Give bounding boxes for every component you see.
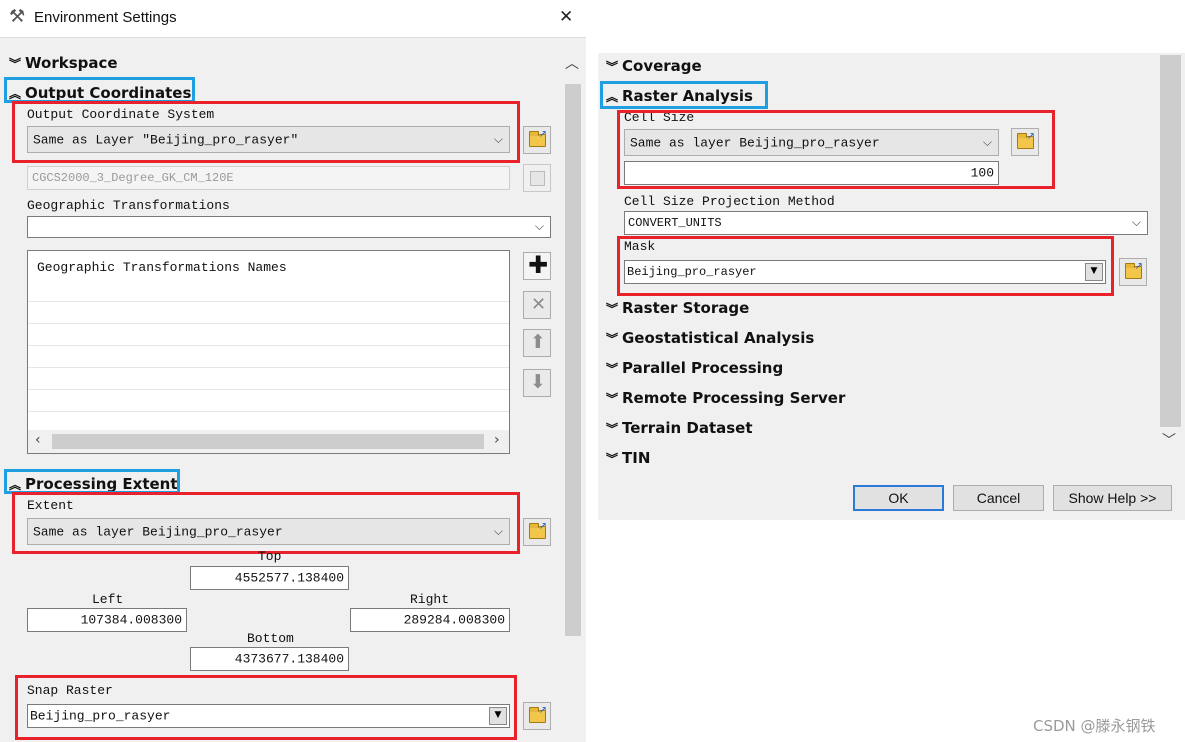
list-row-divider xyxy=(28,345,509,346)
add-button[interactable]: ✚ xyxy=(523,251,551,280)
right-scrollbar[interactable]: ﹀ xyxy=(1160,55,1182,465)
highlight-cell-size xyxy=(617,110,1055,189)
top-field[interactable]: 4552577.138400 xyxy=(190,566,349,590)
expand-icon: ︾ xyxy=(606,302,619,316)
section-terrain-dataset[interactable]: ︾ Terrain Dataset xyxy=(606,419,753,437)
scroll-down-icon[interactable]: ﹀ xyxy=(1162,430,1176,450)
current-cs-field: CGCS2000_3_Degree_GK_CM_120E xyxy=(27,166,510,190)
geo-trans-dropdown[interactable]: ⌵ xyxy=(27,216,551,238)
highlight-processing-extent xyxy=(4,469,180,494)
section-parallel-processing[interactable]: ︾ Parallel Processing xyxy=(606,359,783,377)
bottom-field[interactable]: 4373677.138400 xyxy=(190,647,349,671)
scroll-right-icon[interactable]: › xyxy=(494,432,500,448)
cancel-button[interactable]: Cancel xyxy=(953,485,1044,511)
scroll-left-icon[interactable]: ‹ xyxy=(35,432,41,448)
watermark: CSDN @滕永钢铁 xyxy=(1033,717,1156,735)
browse-button[interactable]: ↗ xyxy=(523,702,551,730)
expand-icon: ︾ xyxy=(9,57,22,71)
show-help-button[interactable]: Show Help >> xyxy=(1053,485,1172,511)
arrow-down-icon: ⬇ xyxy=(530,371,546,393)
left-scrollbar[interactable]: ︿ xyxy=(562,50,584,742)
close-x-icon: ✕ xyxy=(531,294,547,315)
highlight-raster-analysis xyxy=(600,81,768,109)
highlight-snap-raster xyxy=(15,675,517,740)
bottom-value: 4373677.138400 xyxy=(234,651,344,667)
cspm-dropdown[interactable]: CONVERT_UNITS ⌵ xyxy=(624,211,1148,235)
right-value: 289284.008300 xyxy=(403,612,505,628)
expand-icon: ︾ xyxy=(606,332,619,346)
move-up-button[interactable]: ⬆ xyxy=(523,329,551,357)
geo-trans-list[interactable]: Geographic Transformations Names ‹ › xyxy=(27,250,510,454)
properties-icon xyxy=(530,171,545,186)
window-title: Environment Settings xyxy=(34,9,177,26)
list-row-divider xyxy=(28,411,509,412)
top-value: 4552577.138400 xyxy=(234,570,344,586)
highlight-extent xyxy=(12,492,520,554)
top-label: Top xyxy=(258,549,282,564)
chevron-down-icon: ⌵ xyxy=(1131,214,1141,229)
expand-icon: ︾ xyxy=(606,392,619,406)
tools-icon: ⚒ xyxy=(9,6,26,27)
highlight-output-cs xyxy=(12,101,520,163)
current-cs-value: CGCS2000_3_Degree_GK_CM_120E xyxy=(32,171,234,185)
left-field[interactable]: 107384.008300 xyxy=(27,608,187,632)
section-coverage[interactable]: ︾ Coverage xyxy=(606,57,702,75)
left-value: 107384.008300 xyxy=(80,612,182,628)
browse-button[interactable]: ↗ xyxy=(1119,258,1147,286)
cs-properties-button xyxy=(523,164,551,192)
scroll-thumb[interactable] xyxy=(565,84,581,636)
list-row-divider xyxy=(28,389,509,390)
close-icon[interactable]: ✕ xyxy=(559,7,573,27)
ok-button[interactable]: OK xyxy=(853,485,944,511)
list-row-divider xyxy=(28,367,509,368)
scroll-thumb[interactable] xyxy=(1160,55,1181,427)
expand-icon: ︾ xyxy=(606,452,619,466)
chevron-down-icon: ⌵ xyxy=(534,218,544,233)
section-workspace[interactable]: ︾ Workspace xyxy=(9,54,118,72)
expand-icon: ︾ xyxy=(606,60,619,74)
geo-trans-names-header: Geographic Transformations Names xyxy=(37,260,287,275)
list-row-divider xyxy=(28,301,509,302)
section-remote-processing-server[interactable]: ︾ Remote Processing Server xyxy=(606,389,845,407)
scroll-up-icon[interactable]: ︿ xyxy=(565,53,579,73)
browse-button[interactable]: ↗ xyxy=(523,518,551,546)
right-field[interactable]: 289284.008300 xyxy=(350,608,510,632)
move-down-button[interactable]: ⬇ xyxy=(523,369,551,397)
horizontal-scrollbar[interactable]: ‹ › xyxy=(28,430,509,453)
arrow-up-icon: ⬆ xyxy=(530,331,546,353)
right-label: Right xyxy=(410,592,450,607)
h-scroll-thumb[interactable] xyxy=(52,434,484,449)
remove-button[interactable]: ✕ xyxy=(523,291,551,319)
expand-icon: ︾ xyxy=(606,362,619,376)
section-geostatistical-analysis[interactable]: ︾ Geostatistical Analysis xyxy=(606,329,814,347)
browse-button[interactable]: ↗ xyxy=(523,126,551,154)
bottom-label: Bottom xyxy=(247,631,294,646)
section-raster-storage[interactable]: ︾ Raster Storage xyxy=(606,299,749,317)
section-tin[interactable]: ︾ TIN xyxy=(606,449,650,467)
cspm-label: Cell Size Projection Method xyxy=(624,194,835,209)
title-bar: ⚒ Environment Settings ✕ xyxy=(0,0,586,38)
plus-icon: ✚ xyxy=(528,251,549,279)
geo-trans-label: Geographic Transformations xyxy=(27,198,230,213)
cspm-value: CONVERT_UNITS xyxy=(628,216,722,230)
expand-icon: ︾ xyxy=(606,422,619,436)
highlight-output-coordinates xyxy=(4,77,195,103)
left-label: Left xyxy=(92,592,124,607)
highlight-mask xyxy=(617,236,1114,296)
list-row-divider xyxy=(28,323,509,324)
